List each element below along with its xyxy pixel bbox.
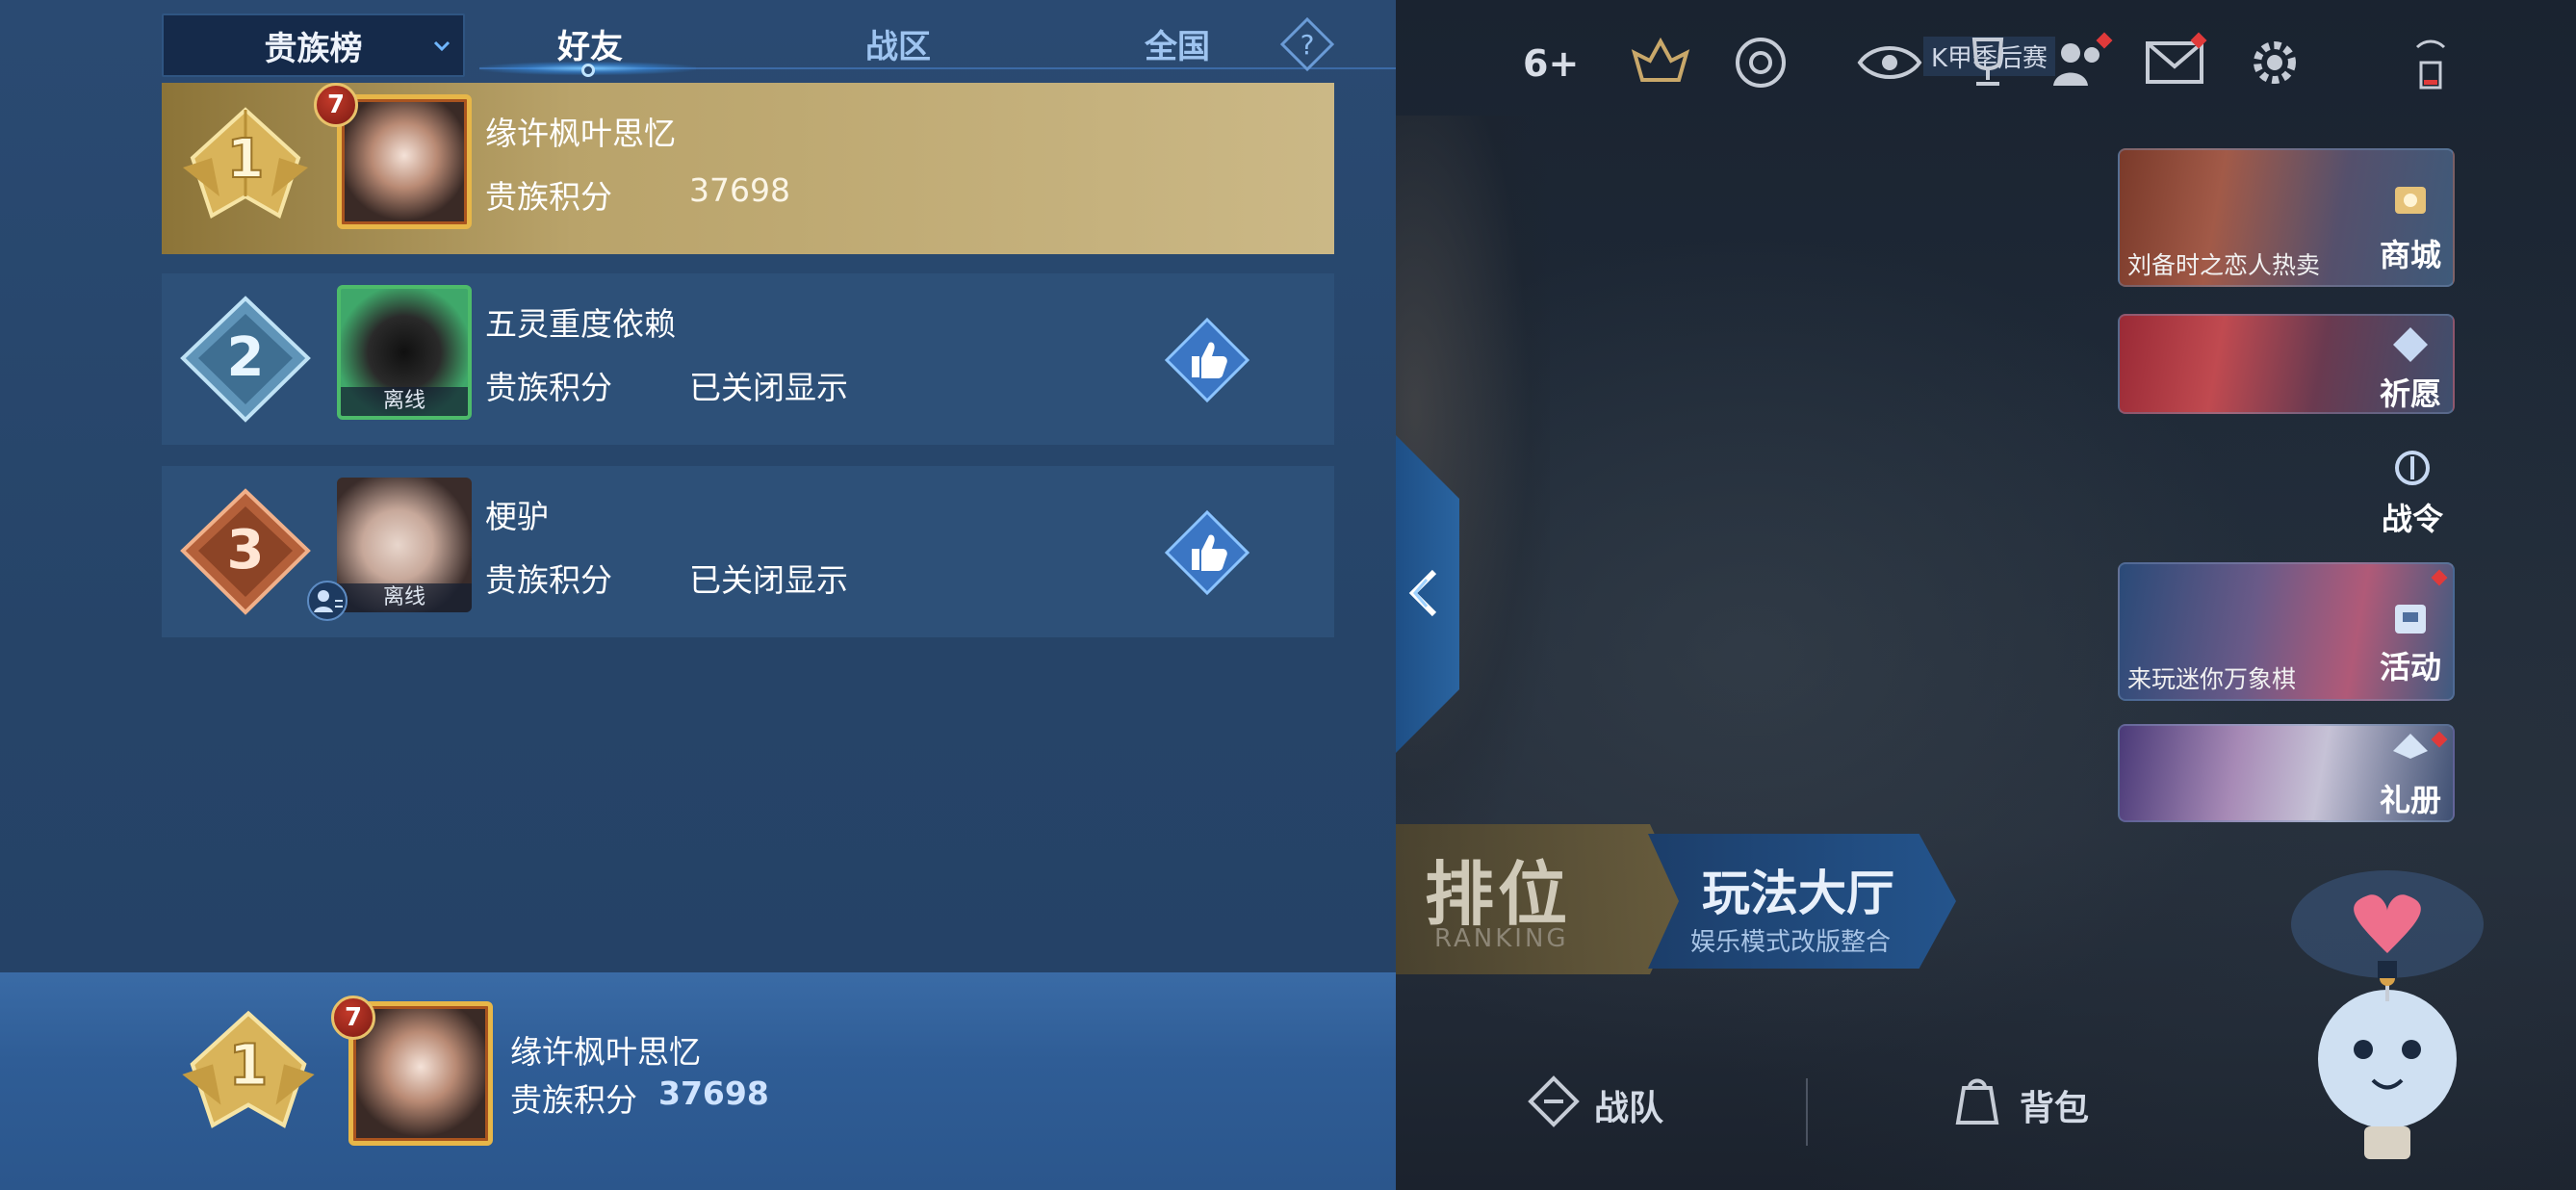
event-card[interactable]: 活动 来玩迷你万象棋 — [2118, 562, 2455, 701]
game-modes-lobby-button[interactable]: 玩法大厅 娱乐模式改版整合 — [1648, 834, 1956, 969]
avatar[interactable]: 离线 — [337, 478, 472, 612]
self-score-value: 37698 — [658, 1074, 769, 1112]
offline-tag: 离线 — [337, 583, 472, 612]
mail-icon[interactable] — [2141, 29, 2208, 96]
player-name: 梗驴 — [485, 498, 549, 535]
offline-tag: 离线 — [341, 387, 468, 416]
notification-dot — [2431, 731, 2448, 748]
gear-icon[interactable] — [2241, 29, 2308, 96]
shop-icon — [2395, 187, 2426, 214]
top-toolbar: 6+ K甲季后赛 — [1396, 29, 2576, 106]
team-link[interactable]: 战队 — [1594, 1080, 1663, 1130]
tab-friends[interactable]: 好友 — [479, 12, 701, 75]
dropdown-label: 贵族榜 — [264, 29, 363, 68]
rank-bronze-badge-icon: 3 — [180, 488, 311, 615]
wish-label: 祈愿 — [2379, 375, 2441, 412]
notification-dot — [2431, 569, 2448, 586]
leaderboard-row[interactable]: 3 离线 梗驴 贵族积分 已关闭显示 — [162, 466, 1334, 637]
battle-pass-icon — [2395, 451, 2430, 485]
event-promo: 来玩迷你万象棋 — [2127, 665, 2297, 693]
lobby-subtitle: 娱乐模式改版整合 — [1690, 928, 1892, 957]
leaderboard-row[interactable]: 2 离线 五灵重度依赖 贵族积分 已关闭显示 — [162, 273, 1334, 445]
rank-number: 3 — [227, 519, 265, 582]
event-label: 活动 — [2379, 649, 2441, 686]
event-icon — [2395, 605, 2426, 634]
rank-gold-badge-icon: 1 — [182, 1010, 315, 1128]
tab-national[interactable]: 全国 — [1067, 12, 1288, 75]
player-name: 缘许枫叶思忆 — [485, 115, 676, 152]
score-value: 37698 — [689, 171, 790, 209]
help-icon[interactable]: ? — [1280, 17, 1334, 71]
lobby-title: 玩法大厅 — [1702, 866, 1894, 921]
level-badge: 7 — [314, 83, 358, 127]
score-value: 已关闭显示 — [689, 561, 848, 599]
wifi-battery-icon — [2397, 29, 2464, 96]
friends-icon[interactable] — [2047, 29, 2114, 96]
friend-status-icon — [307, 581, 348, 621]
leaderboard-panel: 贵族榜 好友 战区 全国 ? 1 7 缘许枫叶思忆 贵族积分 37698 2 离… — [0, 0, 1396, 1190]
gift-book-card[interactable]: 礼册 — [2118, 724, 2455, 822]
thumbs-up-icon[interactable] — [1163, 508, 1251, 597]
level-badge: 7 — [331, 996, 375, 1040]
shop-card[interactable]: 商城 刘备时之恋人热卖 — [2118, 148, 2455, 287]
player-name: 五灵重度依赖 — [485, 305, 676, 343]
score-value: 已关闭显示 — [689, 369, 848, 406]
score-label: 贵族积分 — [485, 369, 612, 406]
battle-pass-card[interactable]: 战令 — [2118, 445, 2455, 541]
gift-book-label: 礼册 — [2379, 782, 2441, 818]
mascot-assistant-icon[interactable] — [2243, 867, 2551, 1175]
self-name: 缘许枫叶思忆 — [510, 1033, 701, 1071]
leaderboard-tabbar: 贵族榜 好友 战区 全国 ? — [162, 12, 1396, 79]
rank-crest-icon[interactable] — [1627, 29, 1694, 96]
svg-text:?: ? — [1301, 29, 1315, 61]
ranked-subtitle: RANKING — [1434, 924, 1569, 953]
rank-number: 2 — [227, 326, 265, 389]
shop-promo: 刘备时之恋人热卖 — [2127, 251, 2321, 279]
rank-silver-badge-icon: 2 — [180, 296, 311, 423]
watch-eye-icon[interactable] — [1856, 29, 1923, 96]
gift-book-icon — [2393, 734, 2428, 759]
chevron-left-icon[interactable] — [1404, 566, 1446, 620]
backpack-link[interactable]: 背包 — [2020, 1080, 2089, 1130]
wish-card[interactable]: 祈愿 — [2118, 314, 2455, 414]
target-icon[interactable] — [1727, 29, 1794, 96]
ranked-mode-button[interactable]: 排位 RANKING — [1396, 824, 1685, 974]
chevron-down-icon — [433, 40, 451, 52]
backpack-icon[interactable] — [1950, 1074, 2004, 1128]
leaderboard-row[interactable]: 1 7 缘许枫叶思忆 贵族积分 37698 — [162, 83, 1334, 254]
tab-zone[interactable]: 战区 — [787, 12, 1009, 75]
game-lobby-background: 6+ K甲季后赛 商城 刘备时之恋人热卖 祈愿 战令 活动 来玩迷你万象棋 礼册… — [1396, 0, 2576, 1190]
rank-gold-badge-icon: 1 — [183, 107, 308, 219]
avatar[interactable] — [337, 94, 472, 229]
self-score-label: 贵族积分 — [510, 1081, 637, 1119]
leaderboard-type-dropdown[interactable]: 贵族榜 — [162, 13, 465, 77]
score-label: 贵族积分 — [485, 561, 612, 599]
avatar[interactable]: 离线 — [337, 285, 472, 420]
wish-icon — [2393, 327, 2428, 362]
age-rating: 6+ — [1523, 42, 1580, 85]
team-icon[interactable] — [1527, 1074, 1581, 1128]
thumbs-up-icon[interactable] — [1163, 316, 1251, 404]
score-label: 贵族积分 — [485, 178, 612, 216]
rank-number: 1 — [228, 1032, 268, 1099]
divider — [1806, 1078, 1808, 1146]
trophy-icon[interactable] — [1954, 29, 2022, 96]
rank-number: 1 — [227, 128, 265, 191]
self-rank-bar: 1 7 缘许枫叶思忆 贵族积分 37698 — [0, 972, 1396, 1190]
battle-pass-label: 战令 — [2381, 501, 2443, 537]
shop-label: 商城 — [2379, 237, 2441, 273]
